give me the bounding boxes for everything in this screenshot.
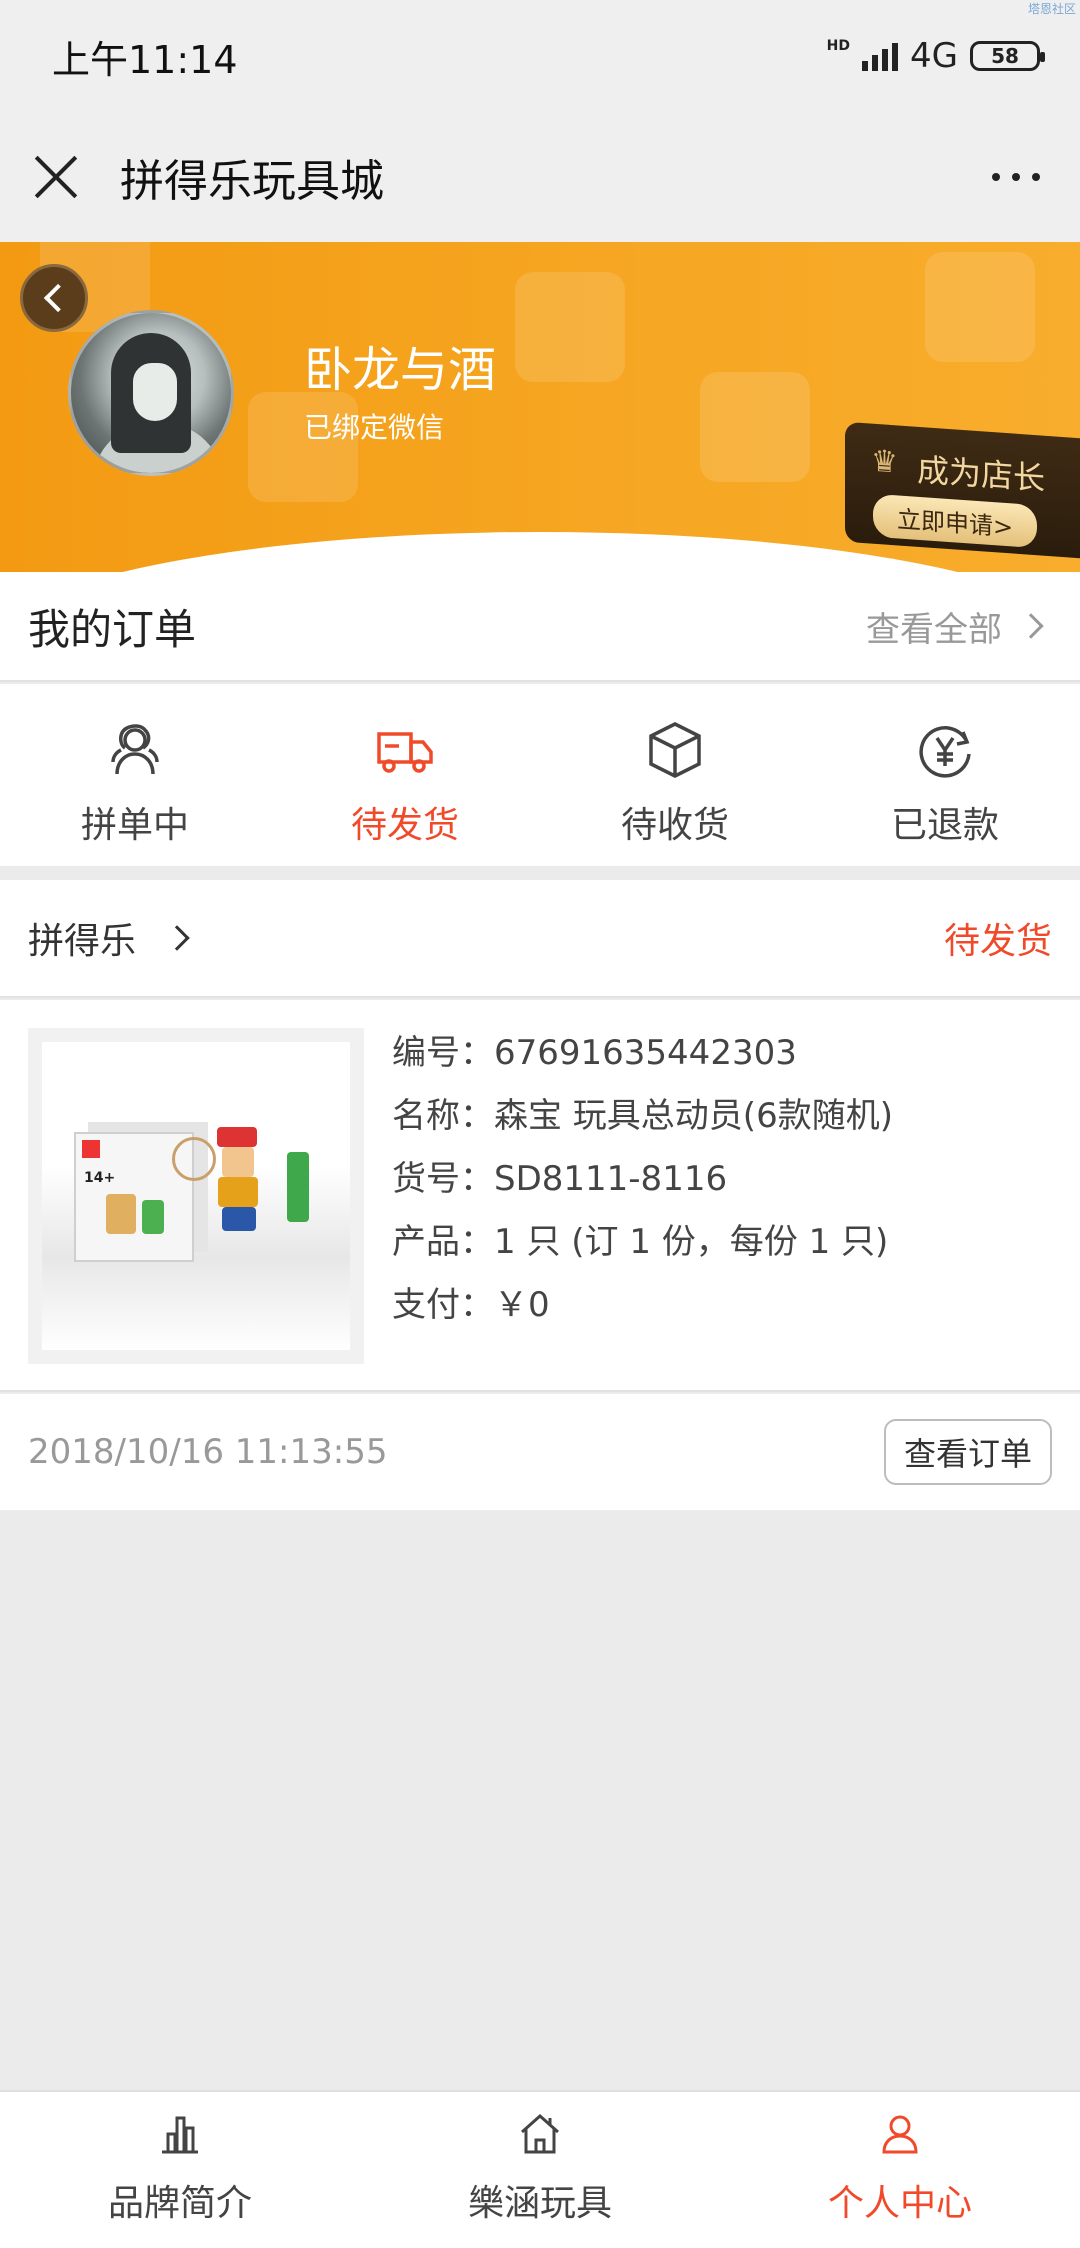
page-title: 拼得乐玩具城 bbox=[120, 156, 384, 207]
become-shop-owner-card[interactable]: ♛ 成为店长 立即申请> bbox=[845, 421, 1080, 559]
bottom-nav: 品牌简介 樂涵玩具 个人中心 bbox=[0, 2090, 1080, 2248]
tab-pending-receipt[interactable]: 待收货 bbox=[540, 684, 810, 866]
order-item[interactable]: 14+ 编号：67691635442303 名称：森宝 玩具总动员(6款随机) … bbox=[0, 1000, 1080, 1392]
status-time: 上午11:14 bbox=[52, 37, 238, 82]
close-icon[interactable] bbox=[32, 153, 80, 201]
back-button[interactable] bbox=[20, 264, 88, 332]
chevron-right-icon bbox=[164, 925, 190, 951]
tab-pending-shipment[interactable]: 待发货 bbox=[270, 684, 540, 866]
refund-icon bbox=[919, 726, 971, 778]
product-image[interactable]: 14+ bbox=[28, 1028, 364, 1364]
user-icon bbox=[882, 2115, 918, 2154]
shop-owner-title: 成为店长 bbox=[917, 450, 1046, 498]
tab-label: 已退款 bbox=[890, 805, 999, 846]
figure-graphic bbox=[217, 1127, 257, 1147]
crown-icon: ♛ bbox=[871, 443, 898, 481]
my-orders-header: 我的订单 查看全部 bbox=[0, 572, 1080, 682]
apply-now-button[interactable]: 立即申请> bbox=[873, 493, 1038, 549]
order-number: 编号：67691635442303 bbox=[392, 1033, 797, 1073]
bottom-nav-label: 樂涵玩具 bbox=[467, 2183, 612, 2224]
username: 卧龙与酒 bbox=[304, 342, 497, 398]
corner-watermark: 塔恩社区 bbox=[1027, 2, 1076, 16]
my-orders-title: 我的订单 bbox=[28, 604, 197, 654]
figure-graphic bbox=[287, 1152, 309, 1222]
hd-indicator: HD bbox=[826, 38, 851, 54]
bottom-nav-label: 个人中心 bbox=[827, 2183, 972, 2224]
battery-icon: 58 bbox=[970, 41, 1045, 71]
bottom-nav-brand[interactable]: 品牌简介 bbox=[0, 2092, 360, 2248]
product-quantity: 产品：1 只 (订 1 份，每份 1 只) bbox=[392, 1222, 889, 1262]
puzzle-decoration bbox=[925, 252, 1035, 362]
profile-banner: 卧龙与酒 已绑定微信 ♛ 成为店长 立即申请> bbox=[0, 242, 1080, 572]
bottom-nav-label: 品牌简介 bbox=[107, 2183, 252, 2224]
chevron-right-icon bbox=[1018, 613, 1044, 639]
box-icon bbox=[649, 722, 701, 778]
signal-icon bbox=[862, 41, 899, 71]
bottom-nav-toys[interactable]: 樂涵玩具 bbox=[360, 2092, 720, 2248]
more-icon[interactable] bbox=[992, 173, 1040, 181]
status-bar: 上午11:14 HD 4G 58 塔恩社区 bbox=[0, 0, 1080, 112]
product-name: 名称：森宝 玩具总动员(6款随机) bbox=[392, 1096, 893, 1136]
payment-amount: 支付：￥0 bbox=[392, 1285, 550, 1325]
shop-name-label: 拼得乐 bbox=[28, 921, 137, 962]
order-timestamp: 2018/10/16 11:13:55 bbox=[28, 1432, 388, 1472]
tab-grouping[interactable]: 拼单中 bbox=[0, 684, 270, 866]
bottom-nav-profile[interactable]: 个人中心 bbox=[720, 2092, 1080, 2248]
nav-bar: 拼得乐玩具城 bbox=[0, 112, 1080, 242]
tab-label: 待发货 bbox=[350, 805, 459, 846]
wechat-bound-label: 已绑定微信 bbox=[304, 411, 445, 444]
order-status-tabs: 拼单中 待发货 待收货 已退款 bbox=[0, 684, 1080, 866]
order-status: 待发货 bbox=[943, 921, 1052, 962]
puzzle-decoration bbox=[700, 372, 810, 482]
order-shop-row[interactable]: 拼得乐 待发货 bbox=[0, 880, 1080, 998]
truck-icon bbox=[377, 732, 433, 773]
network-type: 4G bbox=[910, 36, 958, 76]
tab-refunded[interactable]: 已退款 bbox=[810, 684, 1080, 866]
product-sku: 货号：SD8111-8116 bbox=[392, 1159, 728, 1199]
order-details: 编号：67691635442303 名称：森宝 玩具总动员(6款随机) 货号：S… bbox=[392, 1022, 893, 1337]
home-icon bbox=[521, 2113, 559, 2154]
group-icon bbox=[111, 724, 159, 775]
status-indicators: HD 4G 58 bbox=[826, 36, 1045, 76]
view-all-label: 查看全部 bbox=[866, 609, 1002, 650]
shop-name[interactable]: 拼得乐 bbox=[28, 912, 190, 964]
battery-level: 58 bbox=[991, 44, 1019, 68]
tab-label: 拼单中 bbox=[80, 805, 189, 846]
tab-label: 待收货 bbox=[620, 805, 729, 846]
chart-icon bbox=[162, 2116, 198, 2154]
view-order-button[interactable]: 查看订单 bbox=[883, 1419, 1052, 1485]
view-all-orders-link[interactable]: 查看全部 bbox=[866, 602, 1044, 651]
puzzle-decoration bbox=[515, 272, 625, 382]
avatar[interactable] bbox=[68, 310, 234, 476]
order-footer: 2018/10/16 11:13:55 查看订单 bbox=[0, 1394, 1080, 1510]
